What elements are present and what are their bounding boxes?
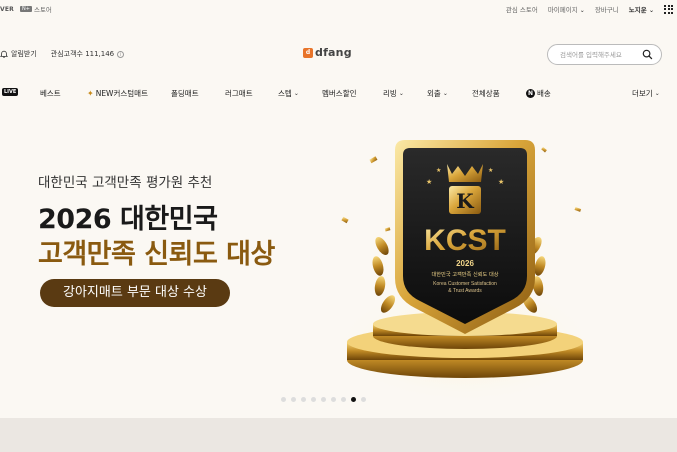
top-utility-bar: VER N+ 스토어 관심 스토어 마이페이지 ⌄ 장바구니 노지운 ⌄: [0, 0, 677, 18]
store-header: 알림받기 관심고객수 111,146 i d dfang: [0, 38, 677, 72]
alarm-button[interactable]: 알림받기: [0, 49, 37, 59]
hero-title-line2: 고객만족 신뢰도 대상: [38, 239, 275, 270]
alarm-label: 알림받기: [11, 50, 37, 58]
naver-store-link[interactable]: N+ 스토어: [19, 4, 52, 14]
next-section-band: [0, 418, 677, 452]
svg-text:★: ★: [488, 167, 493, 174]
info-icon[interactable]: i: [117, 50, 125, 58]
hero-title-line1: 2026 대한민국: [38, 204, 218, 235]
badge-line2: Korea Customer Satisfaction: [433, 281, 497, 287]
followers-count: 관심고객수 111,146 i: [51, 49, 125, 59]
badge-letter: K: [456, 189, 474, 213]
store-logo[interactable]: d dfang: [303, 46, 352, 59]
award-category-pill: 강아지매트 부문 대상 수상: [40, 279, 230, 307]
mypage-link[interactable]: 마이페이지 ⌄: [548, 4, 585, 14]
store-logo-icon: N+: [19, 6, 32, 12]
bell-icon: [0, 50, 8, 58]
search-box: [547, 44, 662, 65]
user-menu[interactable]: 노지운 ⌄: [629, 4, 654, 14]
kcst-award-badge-image: K ★ ★ ★ ★ KCST 2026 대한민국 고객만족 신뢰도 대상 Kor…: [335, 140, 595, 403]
badge-main-text: KCST: [424, 224, 506, 257]
slide-dot[interactable]: [341, 397, 346, 402]
slide-dot[interactable]: [351, 397, 356, 402]
nav-living[interactable]: 리빙 ⌄: [383, 88, 404, 99]
slide-dot[interactable]: [361, 397, 366, 402]
category-nav: LIVE 베스트 ✦ NEW커스텀매트 폴딩매트 러그매트 스텝 ⌄ 멤버스할인 리…: [0, 84, 677, 104]
nav-step[interactable]: 스텝 ⌄: [278, 88, 299, 99]
dfang-logo-icon: d: [303, 47, 313, 58]
slide-dot[interactable]: [331, 397, 336, 402]
badge-line1: 대한민국 고객만족 신뢰도 대상: [432, 270, 499, 278]
search-input[interactable]: [560, 50, 640, 59]
new-badge-icon: ✦: [87, 89, 94, 98]
nav-rug-mat[interactable]: 러그매트: [225, 88, 253, 99]
hero-subtitle: 대한민국 고객만족 평가원 추천: [38, 175, 213, 191]
nav-all-products[interactable]: 전체상품: [472, 88, 500, 99]
nav-new-custom-mat[interactable]: ✦ NEW커스텀매트: [87, 88, 148, 99]
slide-dot[interactable]: [291, 397, 296, 402]
slide-dot[interactable]: [301, 397, 306, 402]
naver-n-icon: N: [526, 89, 535, 98]
hero-banner[interactable]: 대한민국 고객만족 평가원 추천 2026 대한민국 고객만족 신뢰도 대상 강…: [0, 108, 677, 418]
nav-outing[interactable]: 외출 ⌄: [427, 88, 448, 99]
app-grid-icon[interactable]: [664, 4, 673, 14]
nav-live[interactable]: LIVE: [2, 88, 19, 96]
nav-delivery[interactable]: N 배송: [526, 88, 551, 99]
slide-dot[interactable]: [281, 397, 286, 402]
store-label: 스토어: [33, 6, 52, 14]
chevron-down-icon: ⌄: [293, 90, 299, 97]
nav-best[interactable]: 베스트: [40, 88, 61, 99]
slide-indicator: [281, 397, 366, 402]
search-icon[interactable]: [642, 49, 653, 60]
badge-line3: & Trust Awards: [448, 288, 482, 294]
nav-folding-mat[interactable]: 폴딩매트: [171, 88, 199, 99]
chevron-down-icon: ⌄: [648, 7, 654, 14]
chevron-down-icon: ⌄: [579, 7, 585, 14]
nav-more[interactable]: 더보기 ⌄: [632, 88, 660, 99]
chevron-down-icon: ⌄: [442, 90, 448, 97]
slide-dot[interactable]: [321, 397, 326, 402]
svg-text:★: ★: [436, 167, 441, 174]
slide-dot[interactable]: [311, 397, 316, 402]
cart-link[interactable]: 장바구니: [595, 4, 619, 14]
svg-text:★: ★: [498, 178, 504, 186]
nav-members-discount[interactable]: 멤버스할인: [322, 88, 357, 99]
svg-text:★: ★: [426, 178, 432, 186]
naver-link[interactable]: VER: [0, 6, 14, 13]
badge-year: 2026: [456, 259, 474, 268]
chevron-down-icon: ⌄: [654, 90, 660, 97]
logo-text: dfang: [315, 46, 352, 59]
chevron-down-icon: ⌄: [398, 90, 404, 97]
favorite-stores-link[interactable]: 관심 스토어: [506, 4, 538, 14]
